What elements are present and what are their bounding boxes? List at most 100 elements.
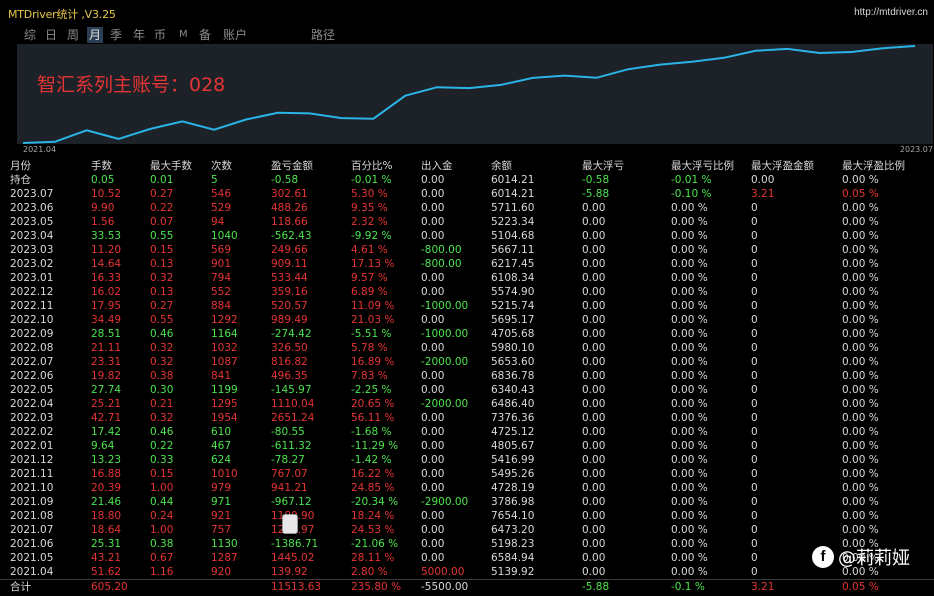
table-row: 2022.11 17.95 0.27 884 520.57 11.09 % -1000.00… [0,299,934,313]
cell: 10.52 [91,188,122,200]
tab-5[interactable]: 年 [131,27,147,43]
table-row: 2021.0718.641.007571274.9724.53 %0.00647… [0,523,934,537]
cell: 16.88 [91,468,122,480]
cell: 17.13 % [351,258,395,270]
cell: 2023.02 [10,258,54,270]
cell: 467 [211,440,232,452]
cell: 42.71 [91,412,122,424]
cell: 0.00 % [842,314,879,326]
tab-4[interactable]: 季 [108,27,124,43]
cell: 0 [751,398,758,410]
cell: 2021.12 [10,454,54,466]
cell: 546 [211,188,232,200]
cell: 1.56 [91,216,115,228]
cell: 0 [751,370,758,382]
table-row: 2022.09 28.51 0.46 1164 -274.42 -5.51 % -1000.… [0,327,934,341]
cell: 16.33 [91,272,122,284]
tab-2[interactable]: 周 [65,27,81,43]
tab-9[interactable]: 账户 [221,27,249,43]
tab-7[interactable]: M [177,27,190,43]
cell: 5667.11 [491,244,535,256]
cell: 余额 [491,160,512,172]
cell: 0.00 [582,510,606,522]
cell: 6014.21 [491,188,535,200]
cell: 0.00 % [671,286,708,298]
cell: 0.00 [582,412,606,424]
cell: 2021.10 [10,482,54,494]
site-url-link[interactable]: http://mtdriver.cn [854,7,928,18]
cell: 0.00 % [671,342,708,354]
cell: 0.00 % [671,468,708,480]
cell: 0.00 [421,524,445,536]
tab-6[interactable]: 币 [152,27,168,43]
cell: 920 [211,566,232,578]
cell: 0.00 % [671,412,708,424]
tab-8[interactable]: 备 [197,27,213,43]
tab-1[interactable]: 日 [43,27,59,43]
cell: 最大浮亏 [582,160,624,172]
cell: -0.58 [582,174,610,186]
cell: 24.85 % [351,482,395,494]
cell: 0 [751,510,758,522]
cell: 0 [751,384,758,396]
cell: 5653.60 [491,356,535,368]
cell: 0.00 [582,566,606,578]
cell: 2.80 % [351,566,388,578]
cell: 0 [751,566,758,578]
cell: -5.88 [582,188,610,200]
cell: 1.00 [150,482,174,494]
cell: 533.44 [271,272,308,284]
cell: 0 [751,496,758,508]
cell: 4805.67 [491,440,535,452]
cell: 0.00 % [842,300,879,312]
tab-3[interactable]: 月 [87,27,104,43]
drag-handle[interactable] [282,514,298,534]
cell: 0.00 % [842,412,879,424]
cell: 3.21 [751,188,775,200]
cell: 最大浮盈比例 [842,160,905,172]
cell: 9.57 % [351,272,388,284]
cell: 2022.08 [10,342,54,354]
cell: 2021.04 [10,566,54,578]
tab-10[interactable]: 路径 [309,27,337,43]
table-row: 2022.02 17.42 0.46 610 -80.55 -1.68 % 0.00 4725… [0,425,934,439]
cell: 33.53 [91,230,122,242]
cell: 5104.68 [491,230,535,242]
cell: 20.65 % [351,398,395,410]
cell: 0.00 % [842,384,879,396]
cell: 18.80 [91,510,122,522]
cell: 1287 [211,552,238,564]
cell: 2022.02 [10,426,54,438]
cell: -80.55 [271,426,305,438]
cell: 0.00 % [671,370,708,382]
cell: 0.00 [582,314,606,326]
cell: 持仓 [10,174,31,186]
cell: 0 [751,272,758,284]
tab-0[interactable]: 综 [22,27,38,43]
cell: 17.42 [91,426,122,438]
cell: 2021.06 [10,538,54,550]
cell: 0 [751,300,758,312]
cell: 0.32 [150,342,174,354]
cell: 17.95 [91,300,122,312]
cell: 989.49 [271,314,308,326]
table-row: 2021.0818.800.249211180.9018.24 %0.00765… [0,509,934,523]
cell: 605.20 [91,581,128,593]
cell: 0 [751,342,758,354]
table-row: 2021.09 21.46 0.44 971 -967.12 -20.34 % -2900.… [0,495,934,509]
cell: 0.00 % [842,202,879,214]
cell: 2023.03 [10,244,54,256]
cell: -145.97 [271,384,312,396]
cell: 28.51 [91,328,122,340]
cell: 0.00 [421,286,445,298]
cell: 3786.98 [491,496,535,508]
cell: 1954 [211,412,238,424]
x-tick-label-start: 2021.04 [23,145,57,154]
cell: 0 [751,202,758,214]
cell: 7654.10 [491,510,535,522]
cell: 0.00 [582,426,606,438]
cell: 21.46 [91,496,122,508]
cell: 0.00 [421,440,445,452]
table-row: 2023.07 10.52 0.27 546 302.61 5.30 % 0.00 6014.… [0,187,934,201]
cell: 767.07 [271,468,308,480]
